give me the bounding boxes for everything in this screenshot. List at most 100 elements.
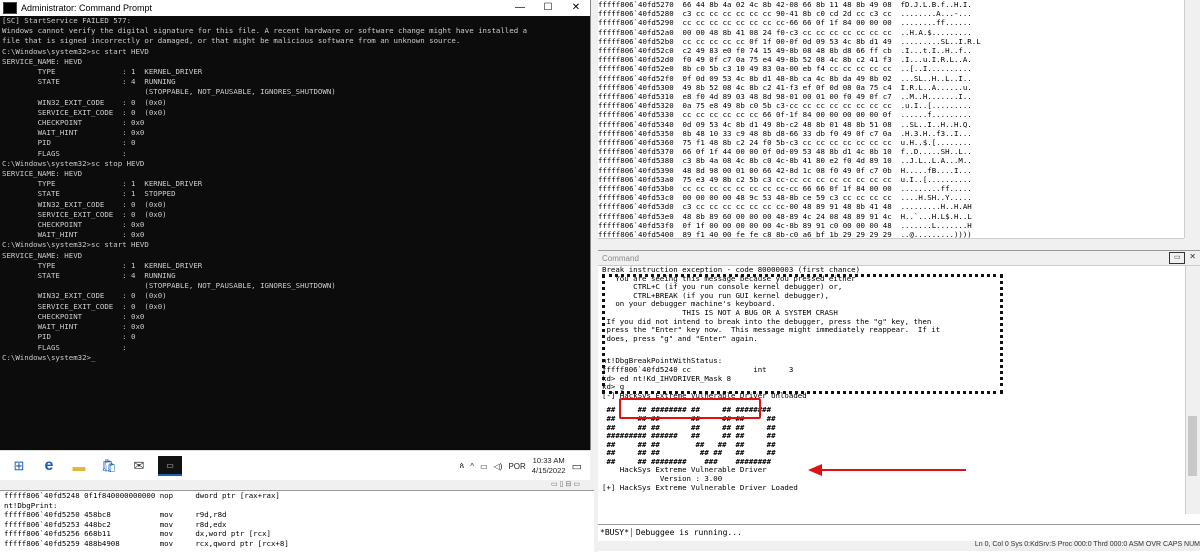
cmd-line: C:\Windows\system32>sc start HEVD — [2, 240, 149, 250]
memory-line: fffff806`40fd53b0 cc cc cc cc cc cc cc c… — [598, 184, 972, 194]
edge-icon[interactable]: e — [38, 457, 60, 475]
start-icon[interactable]: ⊞ — [8, 457, 30, 475]
disasm-line: fffff806`40fd5253 448bc2 mov r8d,edx — [4, 519, 227, 529]
memory-line: fffff806`40fd52a0 00 00 48 8b 41 08 24 f… — [598, 27, 972, 37]
cmd-line: (STOPPABLE, NOT_PAUSABLE, IGNORES_SHUTDO… — [2, 281, 336, 291]
cmd-window[interactable]: Administrator: Command Prompt — ☐ ✕ [SC]… — [0, 0, 591, 450]
memory-vscrollbar[interactable] — [1184, 0, 1200, 238]
command-window-titlebar[interactable]: Command ▭ ✕ — [598, 251, 1200, 266]
memory-line: fffff806`40fd5300 49 8b 52 08 4c 8b c2 4… — [598, 82, 972, 92]
cmd-line: Windows cannot verify the digital signat… — [2, 26, 528, 36]
disasm-line: fffff806`40fd5248 0f1f840000000000 nop d… — [4, 491, 280, 500]
chevron-up-icon[interactable]: ^ — [470, 462, 474, 471]
cmd-line: C:\Windows\system32>sc stop HEVD — [2, 158, 145, 168]
cmd-line: SERVICE_NAME: HEVD — [2, 56, 83, 66]
maximize-button[interactable]: ☐ — [534, 0, 562, 16]
command-input[interactable]: Debuggee is running... — [632, 528, 742, 537]
busy-indicator: *BUSY* — [598, 527, 632, 537]
command-input-row[interactable]: *BUSY* Debuggee is running... — [598, 524, 1200, 539]
memory-line: fffff806`40fd53d0 c3 cc cc cc cc cc cc c… — [598, 202, 972, 212]
cmd-line: PID : 0 — [2, 138, 136, 148]
cmd-line: file that is signed incorrectly or damag… — [2, 36, 461, 46]
cmd-line: C:\Windows\system32>sc start HEVD — [2, 46, 149, 56]
cmd-line: WAIT_HINT : 0x0 — [2, 322, 145, 332]
cmd-line: WIN32_EXIT_CODE : 0 (0x0) — [2, 291, 167, 301]
cmd-line: FLAGS : — [2, 148, 127, 158]
command-window-title: Command — [602, 253, 639, 263]
taskbar: ⊞ e ▬ 🛍 ✉ ▭ ጰ ^ ▭ ◁) POR 10:33 AM 4/15/2… — [0, 450, 590, 481]
disasm-line: fffff806`40fd5259 488b4908 mov rcx,qword… — [4, 538, 289, 548]
cmd-line: WAIT_HINT : 0x0 — [2, 230, 145, 240]
memory-line: fffff806`40fd5380 c3 8b 4a 08 4c 8b c0 4… — [598, 156, 972, 166]
red-arrow-icon — [808, 464, 966, 476]
cmd-line: SERVICE_NAME: HEVD — [2, 169, 83, 179]
cmd-titlebar[interactable]: Administrator: Command Prompt — ☐ ✕ — [0, 0, 590, 16]
status-bar: Ln 0, Col 0 Sys 0:KdSrv:S Proc 000:0 Thr… — [598, 541, 1200, 551]
close-button[interactable]: ✕ — [562, 0, 590, 16]
cmd-line: SERVICE_NAME: HEVD — [2, 250, 83, 260]
cmd-line: PID : 0 — [2, 332, 136, 342]
memory-line: fffff806`40fd53c0 00 00 00 00 48 9c 53 4… — [598, 193, 972, 203]
disasm-line: fffff806`40fd5256 668b11 mov dx,word ptr… — [4, 529, 271, 539]
highlight-box — [619, 398, 761, 419]
network-icon[interactable]: ▭ — [480, 462, 488, 471]
notification-icon[interactable]: ▭ — [572, 460, 582, 473]
memory-line: fffff806`40fd5310 e8 f0 4d 89 03 48 8d 9… — [598, 92, 972, 102]
cmd-line: C:\Windows\system32>_ — [2, 352, 96, 362]
disasm-line: fffff806`40fd5250 458bc8 mov r9d,r8d — [4, 510, 227, 520]
cmd-line: STATE : 1 STOPPED — [2, 189, 176, 199]
cmd-line: CHECKPOINT : 0x0 — [2, 118, 145, 128]
cmd-line: WIN32_EXIT_CODE : 0 (0x0) — [2, 199, 167, 209]
memory-line: fffff806`40fd5270 66 44 8b 4a 02 4c 8b 4… — [598, 0, 972, 9]
minimize-button[interactable]: — — [506, 0, 534, 16]
host-strip: ▭▯⊟▭ — [0, 480, 590, 490]
cmd-line: FLAGS : — [2, 342, 127, 352]
memory-line: fffff806`40fd53f0 0f 1f 00 00 00 00 00 4… — [598, 220, 972, 230]
memory-line: fffff806`40fd52b0 cc cc cc cc cc 0f 1f 0… — [598, 36, 981, 46]
window-controls-icon: ▭▯⊟▭ — [551, 481, 582, 488]
minimize-icon[interactable]: ▭ — [1169, 252, 1186, 264]
memory-line: fffff806`40fd5320 0a 75 e8 49 8b c0 5b c… — [598, 101, 972, 111]
memory-line: fffff806`40fd5330 cc cc cc cc cc cc 66 0… — [598, 110, 972, 120]
cmd-line: CHECKPOINT : 0x0 — [2, 220, 145, 230]
memory-line: fffff806`40fd52e0 8b c0 5b c3 10 49 83 0… — [598, 64, 972, 74]
memory-line: fffff806`40fd5360 75 f1 48 8b c2 24 f0 5… — [598, 138, 972, 148]
break-banner-box — [602, 274, 1003, 394]
cmd-line: (STOPPABLE, NOT_PAUSABLE, IGNORES_SHUTDO… — [2, 87, 336, 97]
volume-icon[interactable]: ◁) — [494, 462, 503, 471]
clock-time: 10:33 AM — [532, 456, 565, 465]
language-indicator[interactable]: POR — [508, 462, 525, 471]
cmd-output[interactable]: [SC] StartService FAILED 577: Windows can… — [0, 16, 590, 450]
file-explorer-icon[interactable]: ▬ — [68, 457, 90, 475]
command-vscrollbar[interactable] — [1185, 266, 1200, 514]
store-icon[interactable]: 🛍 — [98, 457, 120, 475]
cmd-line: WIN32_EXIT_CODE : 0 (0x0) — [2, 97, 167, 107]
cmd-line: TYPE : 1 KERNEL_DRIVER — [2, 260, 203, 270]
close-icon[interactable]: ✕ — [1189, 252, 1196, 264]
person-icon[interactable]: ጰ — [460, 461, 465, 471]
cmd-line: WAIT_HINT : 0x0 — [2, 128, 145, 138]
mail-icon[interactable]: ✉ — [128, 457, 150, 475]
memory-hscrollbar[interactable] — [598, 238, 1184, 247]
cmd-icon[interactable]: ▭ — [158, 456, 182, 476]
memory-line: fffff806`40fd5370 66 0f 1f 44 00 00 0f 0… — [598, 147, 972, 157]
memory-line: fffff806`40fd5350 8b 48 10 33 c9 48 8b d… — [598, 128, 972, 138]
memory-line: fffff806`40fd52c0 c2 49 83 e0 f0 74 15 4… — [598, 46, 972, 56]
clock[interactable]: 10:33 AM 4/15/2022 — [532, 456, 566, 476]
system-tray: ጰ ^ ▭ ◁) POR 10:33 AM 4/15/2022 ▭ — [460, 451, 582, 481]
memory-line: fffff806`40fd52d0 f0 49 0f c7 0a 75 e4 4… — [598, 55, 972, 65]
cmd-line: SERVICE_EXIT_CODE : 0 (0x0) — [2, 107, 167, 117]
scroll-thumb[interactable] — [1188, 416, 1197, 476]
cmd-line: SERVICE_EXIT_CODE : 0 (0x0) — [2, 209, 167, 219]
disassembly-pane[interactable]: fffff806`40fd5248 0f1f840000000000 nop d… — [0, 490, 594, 552]
memory-line: fffff806`40fd53e0 48 8b 89 60 00 00 00 4… — [598, 211, 972, 221]
memory-line: fffff806`40fd5280 c3 cc cc cc cc cc cc 9… — [598, 9, 972, 19]
memory-line: fffff806`40fd5340 0d 09 53 4c 8b d1 49 8… — [598, 119, 972, 129]
memory-pane[interactable]: fffff806`40fd5270 66 44 8b 4a 02 4c 8b 4… — [598, 0, 1184, 238]
cmd-line: TYPE : 1 KERNEL_DRIVER — [2, 67, 203, 77]
cmd-line: STATE : 4 RUNNING — [2, 77, 176, 87]
memory-line: fffff806`40fd53a0 75 e3 49 8b c2 5b c3 c… — [598, 174, 972, 184]
cmd-app-icon — [3, 2, 17, 14]
cmd-line: SERVICE_EXIT_CODE : 0 (0x0) — [2, 301, 167, 311]
memory-line: fffff806`40fd52f0 0f 0d 09 53 4c 8b d1 4… — [598, 73, 972, 83]
